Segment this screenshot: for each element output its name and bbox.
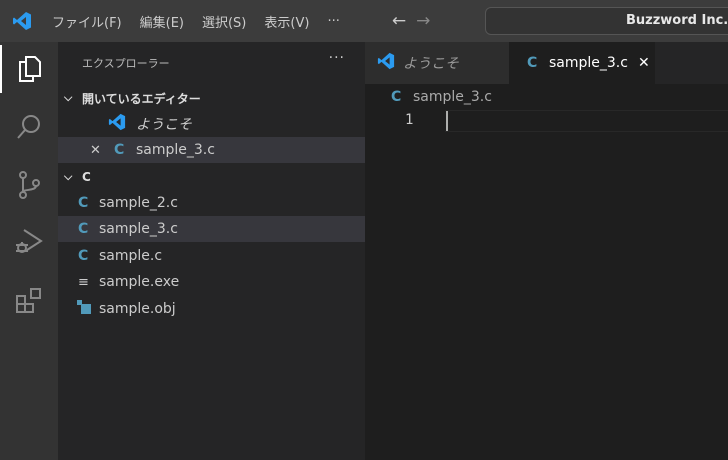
activity-bar <box>0 42 58 460</box>
search-icon[interactable] <box>0 103 58 151</box>
tab-welcome[interactable]: ようこそ <box>365 42 509 84</box>
title-bar: ファイル(F) 編集(E) 選択(S) 表示(V) ··· ← → Buzzwo… <box>0 0 728 42</box>
breadcrumb-file: sample_3.c <box>413 89 492 105</box>
tab-sample3[interactable]: C sample_3.c ✕ <box>509 42 655 84</box>
sidebar-more-button[interactable]: ··· <box>329 50 345 66</box>
open-editor-name: sample_3.c <box>136 142 215 158</box>
c-file-icon: C <box>391 89 402 105</box>
open-editor-item-welcome[interactable]: ようこそ <box>58 111 365 137</box>
open-editor-name: ようこそ <box>136 117 192 133</box>
text-cursor <box>446 111 448 131</box>
obj-file-icon <box>76 299 92 319</box>
back-arrow-icon[interactable]: ← <box>392 11 406 31</box>
more-menu-button[interactable]: ··· <box>327 14 339 29</box>
file-item[interactable]: Csample.c <box>58 243 365 269</box>
file-name: sample.c <box>99 248 163 264</box>
tab-label: sample_3.c <box>549 55 628 71</box>
folder-label: C <box>82 170 91 184</box>
open-editors-header[interactable]: ⌵ 開いているエディター <box>58 85 365 111</box>
tab-label: ようこそ <box>403 56 459 72</box>
menu-view[interactable]: 表示(V) <box>264 12 309 31</box>
editor-tabs: ようこそ C sample_3.c ✕ <box>365 42 728 84</box>
open-editors-label: 開いているエディター <box>82 91 201 106</box>
c-file-icon: C <box>78 248 89 264</box>
sidebar-title: エクスプローラー <box>82 57 170 70</box>
c-file-icon: C <box>114 142 125 158</box>
file-item[interactable]: Csample_2.c <box>58 190 365 216</box>
run-debug-icon[interactable] <box>0 217 58 265</box>
vscode-logo-icon <box>2 11 42 31</box>
chevron-down-icon: ⌵ <box>64 170 73 183</box>
command-center-search[interactable]: Buzzword Inc. <box>485 7 728 35</box>
open-editor-item-sample3[interactable]: ✕ C sample_3.c <box>58 137 365 163</box>
explorer-icon[interactable] <box>0 45 58 93</box>
c-file-icon: C <box>78 195 89 211</box>
menu-selection[interactable]: 選択(S) <box>202 12 246 31</box>
menu-file[interactable]: ファイル(F) <box>52 12 122 31</box>
file-name: sample.obj <box>99 301 176 317</box>
vscode-icon <box>108 113 136 135</box>
file-name: sample.exe <box>99 274 180 290</box>
binary-file-icon: ≡ <box>78 274 89 290</box>
file-item[interactable]: sample.obj <box>58 296 365 322</box>
vscode-icon <box>377 52 395 74</box>
c-file-icon: C <box>527 55 538 71</box>
file-item[interactable]: Csample_3.c <box>58 216 365 242</box>
file-name: sample_2.c <box>99 195 178 211</box>
breadcrumb[interactable]: C sample_3.c <box>391 89 492 105</box>
close-icon[interactable]: ✕ <box>638 55 650 71</box>
close-icon[interactable]: ✕ <box>90 143 114 158</box>
forward-arrow-icon[interactable]: → <box>416 11 430 31</box>
c-file-icon: C <box>78 221 89 237</box>
explorer-sidebar: エクスプローラー ··· ⌵ 開いているエディター ようこそ ✕ C sampl… <box>58 42 365 460</box>
current-line-highlight <box>445 110 728 132</box>
menu-edit[interactable]: 編集(E) <box>140 12 184 31</box>
file-item[interactable]: ≡ sample.exe <box>58 269 365 295</box>
extensions-icon[interactable] <box>0 277 58 325</box>
file-name: sample_3.c <box>99 221 178 237</box>
source-control-icon[interactable] <box>0 161 58 209</box>
folder-header-c[interactable]: ⌵ C <box>58 164 365 190</box>
editor-area[interactable]: C sample_3.c 1 <box>365 84 728 460</box>
line-number: 1 <box>405 112 414 128</box>
chevron-down-icon: ⌵ <box>64 91 73 104</box>
